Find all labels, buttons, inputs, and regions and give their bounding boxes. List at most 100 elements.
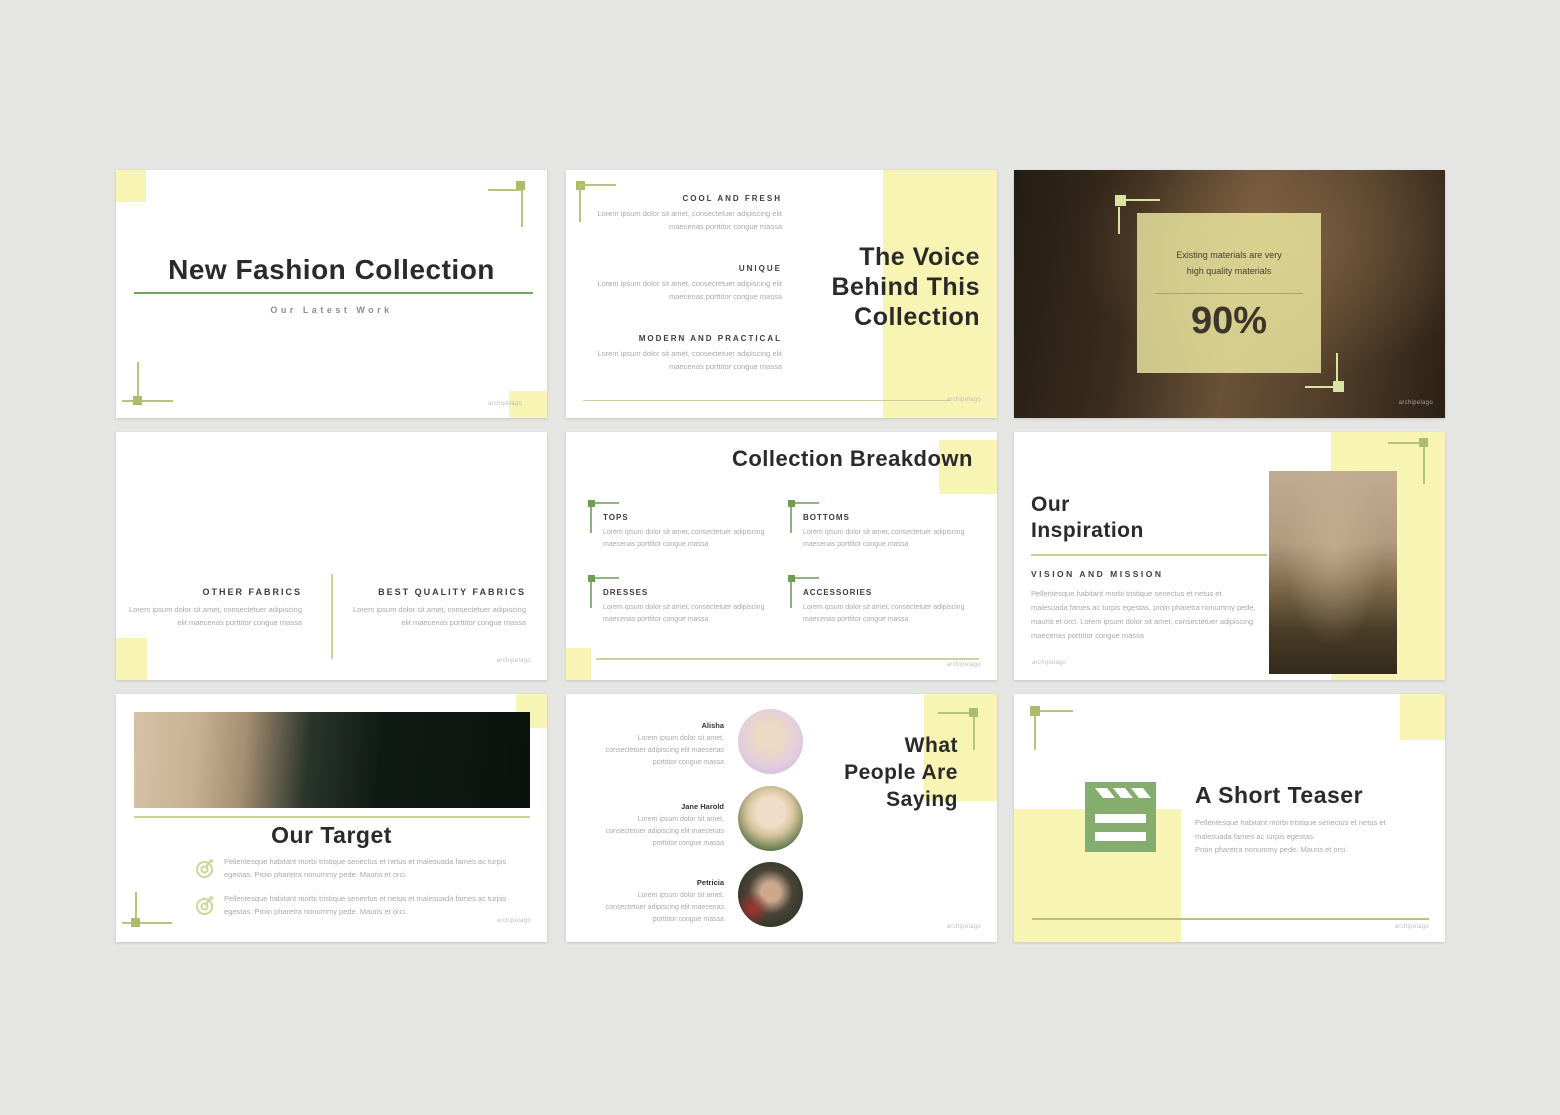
- testimonial: Jane Harold Lorem ipsum dolor sit amet, …: [596, 802, 724, 850]
- title-line: What: [844, 732, 958, 759]
- clapperboard-icon: [1085, 782, 1156, 852]
- inspiration-photo: [1269, 471, 1397, 674]
- template-preview-canvas: New Fashion Collection Our Latest Work a…: [0, 0, 1560, 1115]
- slide-title: A Short Teaser: [1195, 782, 1363, 809]
- slide-title: Our Inspiration: [1031, 492, 1144, 544]
- bullet-text: Pellentesque habitant morbi tristique se…: [224, 893, 530, 919]
- item-body: Lorem ipsum dolor sit amet, consectetuer…: [803, 527, 975, 551]
- avatar: [738, 786, 803, 851]
- yellow-square-decoration: [566, 648, 591, 680]
- section-body: Pellentesque habitant morbi tristique se…: [1031, 587, 1257, 643]
- section-heading: COOL AND FRESH: [586, 194, 782, 203]
- title-underline: [1031, 554, 1267, 556]
- slide-2-voice[interactable]: COOL AND FRESH Lorem ipsum dolor sit ame…: [566, 170, 997, 418]
- slide-subtitle: Our Latest Work: [116, 305, 547, 315]
- section-body: Lorem ipsum dolor sit amet, consectetuer…: [586, 278, 782, 304]
- slide-7-target[interactable]: Our Target Pellentesque habitant morbi t…: [116, 694, 547, 942]
- breakdown-item: BOTTOMS Lorem ipsum dolor sit amet, cons…: [803, 513, 975, 551]
- target-banner-photo: [134, 712, 530, 808]
- slide-title: Collection Breakdown: [732, 446, 973, 472]
- divider-line: [134, 816, 530, 818]
- feature-section: COOL AND FRESH Lorem ipsum dolor sit ame…: [586, 194, 782, 234]
- fabric-column: BEST QUALITY FABRICS Lorem ipsum dolor s…: [350, 587, 526, 630]
- feature-section: UNIQUE Lorem ipsum dolor sit amet, conse…: [586, 264, 782, 304]
- testimonial-name: Alisha: [596, 721, 724, 730]
- testimonial-name: Jane Harold: [596, 802, 724, 811]
- bride-steps-photo: [116, 432, 547, 555]
- watermark: archipelago: [947, 662, 981, 668]
- testimonial: Petricia Lorem ipsum dolor sit amet, con…: [596, 878, 724, 926]
- yellow-square-decoration: [116, 170, 146, 202]
- testimonial-body: Lorem ipsum dolor sit amet, consectetuer…: [596, 814, 724, 850]
- slide-9-teaser[interactable]: A Short Teaser Pellentesque habitant mor…: [1014, 694, 1445, 942]
- title-underline: [134, 292, 533, 294]
- target-icon: [195, 858, 216, 879]
- yellow-square-decoration: [1400, 694, 1445, 740]
- avatar: [738, 862, 803, 927]
- slide-4-fabrics[interactable]: OTHER FABRICS Lorem ipsum dolor sit amet…: [116, 432, 547, 680]
- slide-5-breakdown[interactable]: Collection Breakdown TOPS Lorem ipsum do…: [566, 432, 997, 680]
- column-divider: [331, 574, 333, 659]
- footer-line: [1032, 918, 1429, 920]
- section-body: Lorem ipsum dolor sit amet, consectetuer…: [586, 348, 782, 374]
- feature-section: MODERN AND PRACTICAL Lorem ipsum dolor s…: [586, 334, 782, 374]
- slide-title: The Voice Behind This Collection: [831, 242, 980, 332]
- stat-value: 90%: [1137, 300, 1321, 343]
- watermark: archipelago: [947, 924, 981, 930]
- slide-body: Pellentesque habitant morbi tristique se…: [1195, 816, 1407, 857]
- column-heading: BEST QUALITY FABRICS: [350, 587, 526, 597]
- title-line: Our: [1031, 492, 1144, 518]
- breakdown-item: TOPS Lorem ipsum dolor sit amet, consect…: [603, 513, 775, 551]
- body-line: Pellentesque habitant morbi tristique se…: [1195, 816, 1407, 843]
- slide-8-testimonials[interactable]: What People Are Saying Alisha Lorem ipsu…: [566, 694, 997, 942]
- section-body: Lorem ipsum dolor sit amet, consectetuer…: [586, 208, 782, 234]
- yellow-square-decoration: [116, 638, 147, 680]
- column-body: Lorem ipsum dolor sit amet, consectetuer…: [126, 604, 302, 630]
- watermark: archipelago: [1395, 924, 1429, 930]
- testimonial-body: Lorem ipsum dolor sit amet, consectetuer…: [596, 890, 724, 926]
- stat-caption: Existing materials are very high quality…: [1137, 247, 1321, 279]
- slide-3-stat[interactable]: Existing materials are very high quality…: [1014, 170, 1445, 418]
- slide-title: Our Target: [116, 822, 547, 849]
- item-heading: BOTTOMS: [803, 513, 975, 522]
- item-body: Lorem ipsum dolor sit amet, consectetuer…: [603, 527, 775, 551]
- watermark: archipelago: [947, 397, 981, 403]
- item-heading: TOPS: [603, 513, 775, 522]
- breakdown-item: DRESSES Lorem ipsum dolor sit amet, cons…: [603, 588, 775, 626]
- section-heading: UNIQUE: [586, 264, 782, 273]
- testimonial-body: Lorem ipsum dolor sit amet, consectetuer…: [596, 733, 724, 769]
- slide-1-cover[interactable]: New Fashion Collection Our Latest Work a…: [116, 170, 547, 418]
- footer-line: [583, 400, 951, 401]
- item-body: Lorem ipsum dolor sit amet, consectetuer…: [603, 602, 775, 626]
- title-line: The Voice: [831, 242, 980, 272]
- watermark: archipelago: [1032, 660, 1066, 666]
- section-heading: VISION AND MISSION: [1031, 569, 1164, 579]
- body-line: Proin pharetra nonummy pede. Mauris et o…: [1195, 843, 1407, 857]
- watermark: archipelago: [488, 401, 522, 407]
- title-line: Behind This: [831, 272, 980, 302]
- column-heading: OTHER FABRICS: [126, 587, 302, 597]
- section-heading: MODERN AND PRACTICAL: [586, 334, 782, 343]
- watermark: archipelago: [497, 658, 531, 664]
- watermark: archipelago: [497, 918, 531, 924]
- item-heading: ACCESSORIES: [803, 588, 975, 597]
- target-icon: [195, 895, 216, 916]
- footer-line: [596, 658, 979, 660]
- slide-title: What People Are Saying: [844, 732, 958, 813]
- breakdown-item: ACCESSORIES Lorem ipsum dolor sit amet, …: [803, 588, 975, 626]
- slide-title: New Fashion Collection: [116, 254, 547, 286]
- item-body: Lorem ipsum dolor sit amet, consectetuer…: [803, 602, 975, 626]
- watermark: archipelago: [1399, 400, 1433, 406]
- stat-overlay-box: Existing materials are very high quality…: [1137, 213, 1321, 373]
- title-line: Saying: [844, 786, 958, 813]
- column-body: Lorem ipsum dolor sit amet, consectetuer…: [350, 604, 526, 630]
- title-line: Collection: [831, 302, 980, 332]
- caption-line: high quality materials: [1137, 263, 1321, 279]
- title-line: Inspiration: [1031, 518, 1144, 544]
- item-heading: DRESSES: [603, 588, 775, 597]
- slide-6-inspiration[interactable]: Our Inspiration VISION AND MISSION Pelle…: [1014, 432, 1445, 680]
- title-line: People Are: [844, 759, 958, 786]
- avatar: [738, 709, 803, 774]
- caption-line: Existing materials are very: [1137, 247, 1321, 263]
- testimonial: Alisha Lorem ipsum dolor sit amet, conse…: [596, 721, 724, 769]
